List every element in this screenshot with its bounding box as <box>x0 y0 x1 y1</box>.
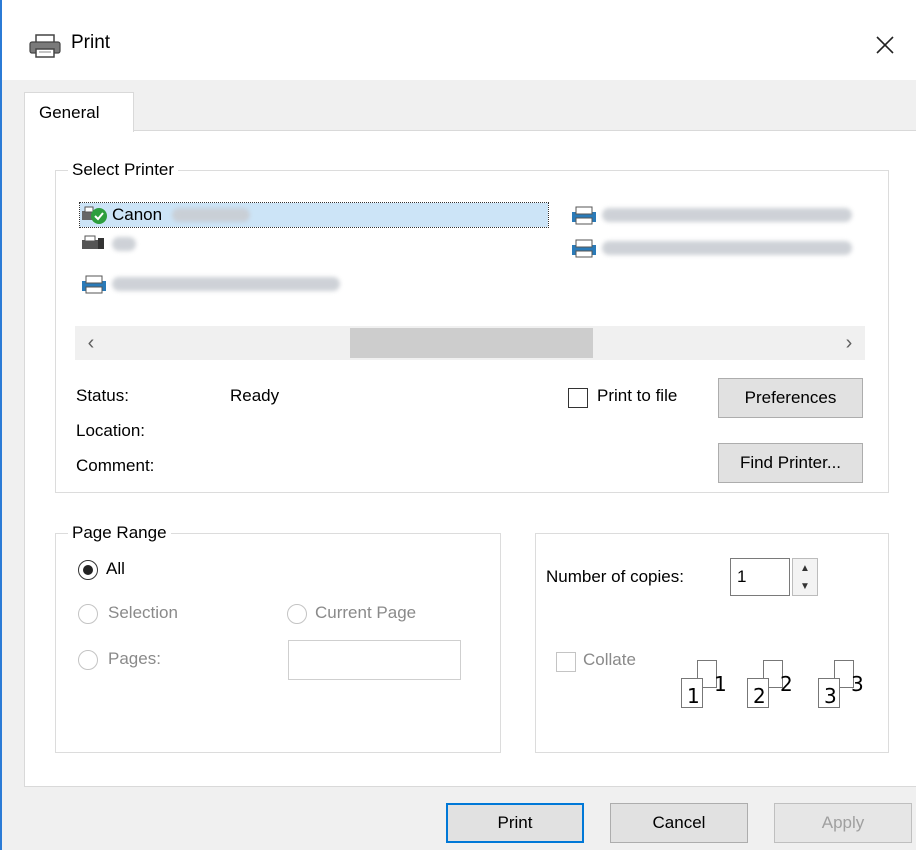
selection-radio[interactable] <box>78 604 98 624</box>
printer-icon <box>82 275 106 294</box>
apply-button-label: Apply <box>821 813 865 832</box>
printer-item-ricoh[interactable] <box>570 236 870 260</box>
spin-up-icon[interactable]: ▲ <box>793 559 817 577</box>
pages-input[interactable] <box>288 640 461 680</box>
page-number: 1 <box>687 684 700 708</box>
redacted-text <box>602 241 852 255</box>
status-value: Ready <box>230 386 280 405</box>
copies-group <box>535 533 889 753</box>
printer-item-pdf[interactable] <box>80 272 380 296</box>
pages-radio[interactable] <box>78 650 98 670</box>
page-number: 3 <box>851 672 864 696</box>
comment-label: Comment: <box>76 456 155 475</box>
number-of-copies-label: Number of copies: <box>546 567 684 586</box>
redacted-text <box>112 277 340 291</box>
find-printer-button-label: Find Printer... <box>739 453 842 472</box>
copies-input[interactable]: 1 <box>730 558 790 596</box>
all-radio[interactable] <box>78 560 98 580</box>
printer-list-scrollbar[interactable]: ‹ › <box>75 326 865 360</box>
redacted-text <box>172 208 251 222</box>
printer-item-xps[interactable] <box>570 203 870 227</box>
scroll-thumb[interactable] <box>350 328 593 358</box>
printer-list[interactable]: Canon <box>75 200 875 320</box>
tab-general[interactable]: General <box>24 92 134 132</box>
window-title: Print <box>71 32 111 53</box>
redacted-text <box>602 208 852 222</box>
page-range-title: Page Range <box>68 523 171 543</box>
title-bar[interactable]: Print <box>2 0 916 80</box>
copies-value: 1 <box>737 567 747 586</box>
preferences-button-label: Preferences <box>744 388 837 407</box>
cancel-button[interactable]: Cancel <box>610 803 748 843</box>
fax-icon <box>82 235 104 249</box>
selection-label[interactable]: Selection <box>108 603 178 623</box>
current-page-radio[interactable] <box>287 604 307 624</box>
page-number: 1 <box>714 672 727 696</box>
print-button-label: Print <box>497 813 533 832</box>
apply-button[interactable]: Apply <box>774 803 912 843</box>
window-border-left <box>0 0 2 850</box>
all-label[interactable]: All <box>106 559 125 579</box>
find-printer-button[interactable]: Find Printer... <box>718 443 863 483</box>
page-number: 2 <box>753 684 766 708</box>
print-button[interactable]: Print <box>446 803 584 843</box>
print-to-file-checkbox[interactable] <box>568 388 588 408</box>
printer-name-canon: Canon <box>112 205 163 224</box>
status-label: Status: <box>76 386 129 405</box>
copies-spinner[interactable]: ▲ ▼ <box>792 558 818 596</box>
printer-default-icon <box>82 206 107 224</box>
printer-icon <box>29 34 61 58</box>
select-printer-title: Select Printer <box>68 160 179 180</box>
close-button[interactable] <box>860 20 910 70</box>
pages-label[interactable]: Pages: <box>108 649 161 669</box>
printer-item-fax[interactable] <box>80 232 230 256</box>
collate-checkbox[interactable] <box>556 652 576 672</box>
printer-item-canon[interactable]: Canon <box>79 202 549 228</box>
location-label: Location: <box>76 421 145 440</box>
spin-down-icon[interactable]: ▼ <box>793 577 817 595</box>
current-page-label[interactable]: Current Page <box>315 603 416 623</box>
collate-label[interactable]: Collate <box>583 650 636 670</box>
page-number: 3 <box>824 684 837 708</box>
redacted-text <box>112 237 136 251</box>
page-number: 2 <box>780 672 793 696</box>
printer-icon <box>572 206 596 225</box>
preferences-button[interactable]: Preferences <box>718 378 863 418</box>
printer-icon <box>572 239 596 258</box>
tab-general-label: General <box>39 103 100 122</box>
scroll-left-button[interactable]: ‹ <box>79 331 103 355</box>
print-to-file-label[interactable]: Print to file <box>597 386 677 406</box>
close-icon <box>876 36 894 54</box>
cancel-button-label: Cancel <box>652 813 706 832</box>
scroll-right-button[interactable]: › <box>837 331 861 355</box>
